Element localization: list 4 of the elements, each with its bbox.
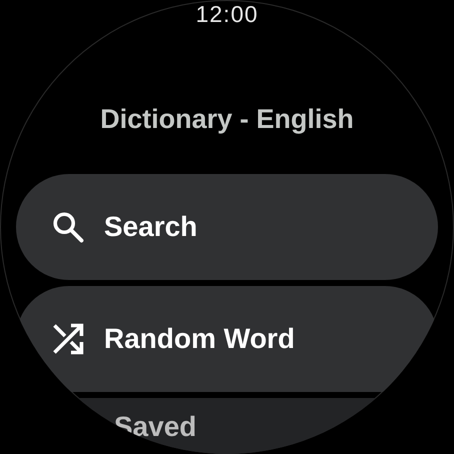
shuffle-icon	[50, 321, 86, 357]
menu-chip[interactable]: Search	[16, 174, 438, 280]
screen-title: Dictionary - English	[99, 103, 355, 136]
clock-time: 12:00	[196, 0, 258, 27]
